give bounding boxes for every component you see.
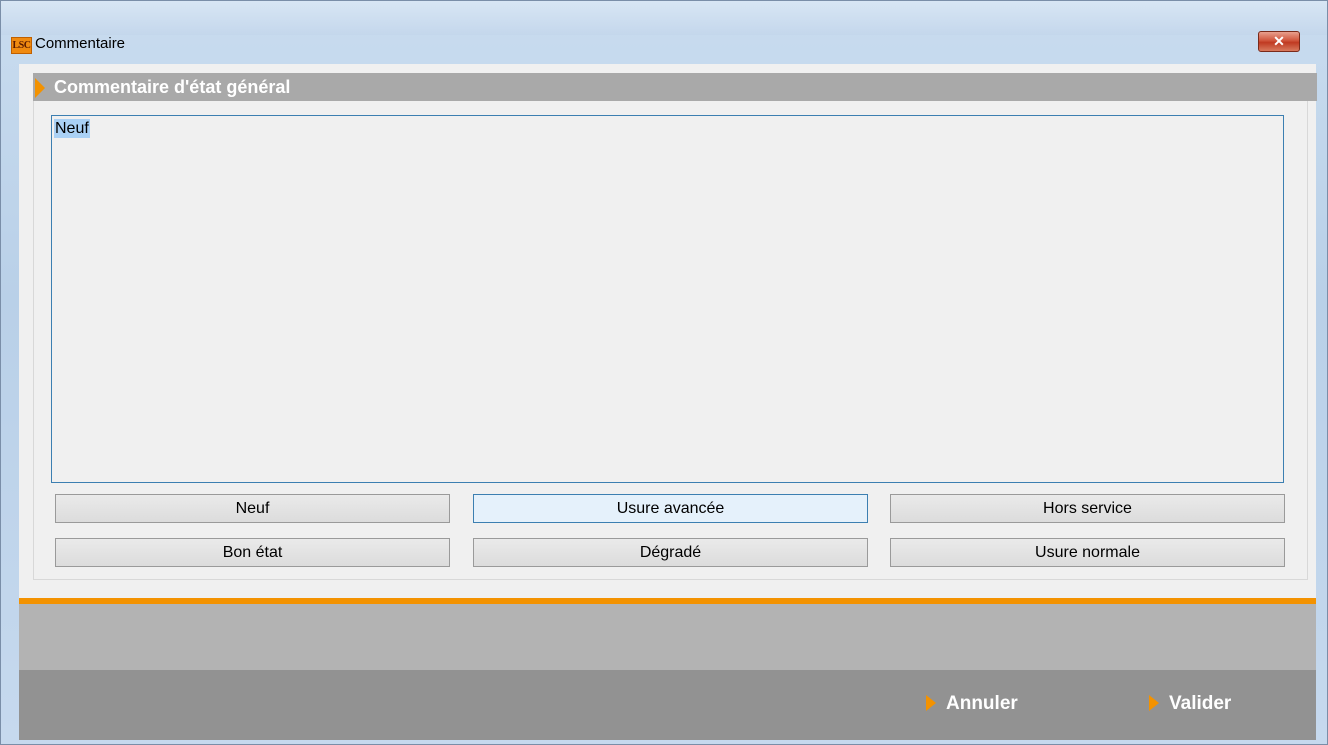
arrow-right-icon [926, 695, 936, 711]
usure-normale-button[interactable]: Usure normale [890, 538, 1285, 567]
section-title: Commentaire d'état général [54, 77, 291, 97]
app-logo-icon: LSC [11, 37, 32, 54]
arrow-right-icon [35, 78, 45, 98]
usure-avancee-button[interactable]: Usure avancée [473, 494, 868, 523]
window-title: Commentaire [35, 35, 126, 52]
validate-button[interactable]: Valider [1149, 692, 1231, 716]
footer-top-band [19, 604, 1316, 670]
hors-service-button[interactable]: Hors service [890, 494, 1285, 523]
comment-selected-text: Neuf [54, 119, 90, 138]
cancel-label: Annuler [946, 693, 1018, 714]
close-icon: ✕ [1273, 33, 1285, 49]
title-bar[interactable] [1, 1, 1327, 35]
neuf-button[interactable]: Neuf [55, 494, 450, 523]
comment-panel: Neuf Neuf Usure avancée Hors service Bon… [33, 101, 1308, 580]
degrade-button[interactable]: Dégradé [473, 538, 868, 567]
validate-label: Valider [1169, 693, 1232, 714]
comment-textarea[interactable]: Neuf [51, 115, 1284, 483]
cancel-button[interactable]: Annuler [926, 692, 1018, 716]
close-button[interactable]: ✕ [1258, 31, 1300, 52]
bon-etat-button[interactable]: Bon état [55, 538, 450, 567]
arrow-right-icon [1149, 695, 1159, 711]
footer-action-bar [19, 670, 1316, 740]
section-header: Commentaire d'état général [33, 73, 1317, 101]
